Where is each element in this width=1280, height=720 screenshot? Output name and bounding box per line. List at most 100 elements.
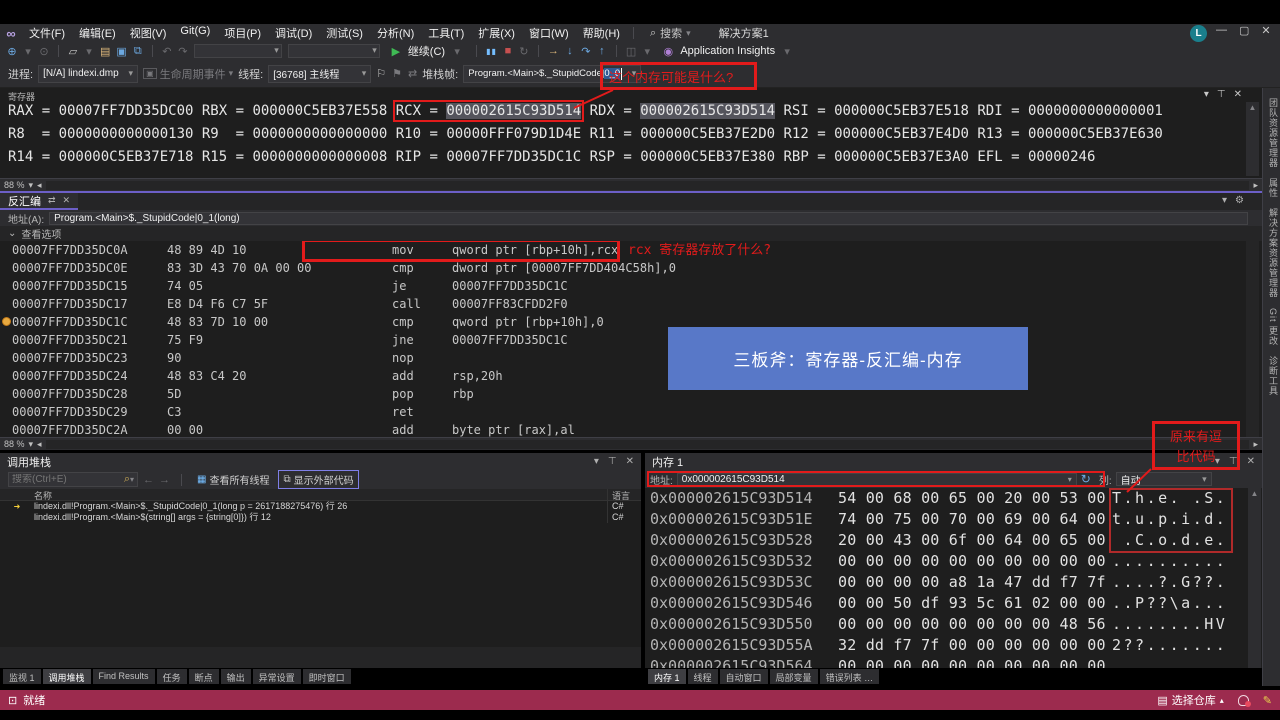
- flag-solid-icon[interactable]: ⚑: [392, 67, 402, 80]
- disassembly-line[interactable]: 00007FF7DD35DC2390nop: [0, 349, 1262, 367]
- step-over-icon[interactable]: ↷: [578, 44, 594, 59]
- columns-dropdown[interactable]: 自动 ▾: [1116, 472, 1212, 486]
- callstack-row[interactable]: lindexi.dll!Program.<Main>$(string[] arg…: [0, 512, 641, 523]
- address-input[interactable]: Program.<Main>$._StupidCode|0_1(long): [49, 212, 1248, 225]
- menu-item-视图(V)[interactable]: 视图(V): [123, 23, 174, 43]
- sidebar-tab-诊断工具[interactable]: 诊断工具: [1267, 356, 1280, 396]
- chevron-down-icon[interactable]: ▾: [1222, 195, 1227, 206]
- chevron-down-icon[interactable]: ▾: [29, 180, 34, 191]
- restart-icon[interactable]: ↻: [516, 44, 532, 59]
- show-external-code-button[interactable]: ⧉ 显示外部代码: [278, 470, 358, 489]
- nav-back-icon[interactable]: ⊕: [4, 44, 20, 59]
- thread-dropdown[interactable]: [36768] 主线程 ▾: [268, 65, 371, 83]
- menu-item-调试(D)[interactable]: 调试(D): [268, 23, 319, 43]
- menu-item-帮助(H)[interactable]: 帮助(H): [576, 23, 627, 43]
- sidebar-tab-团队资源管理器[interactable]: 团队资源管理器: [1267, 98, 1280, 168]
- feedback-pen-icon[interactable]: ✎: [1263, 694, 1272, 707]
- disassembly-scrollbar[interactable]: [1246, 241, 1259, 437]
- chevron-down-icon[interactable]: ▾: [29, 439, 34, 450]
- window-position-icon[interactable]: ▾: [1204, 89, 1209, 100]
- pin-icon[interactable]: ⊤: [608, 456, 617, 467]
- callstack-row[interactable]: ➜lindexi.dll!Program.<Main>$._StupidCode…: [0, 501, 641, 512]
- menu-item-工具(T)[interactable]: 工具(T): [421, 23, 471, 43]
- column-header-language[interactable]: 语言: [607, 489, 641, 500]
- close-button[interactable]: ✕: [1261, 24, 1270, 37]
- select-repo-button[interactable]: ▤ 选择仓库 ▴: [1157, 692, 1223, 708]
- solution-platform-combo[interactable]: ▾: [288, 44, 380, 58]
- tab-即时窗口[interactable]: 即时窗口: [303, 669, 351, 684]
- tab-任务[interactable]: 任务: [157, 669, 187, 684]
- sidebar-tab-属性[interactable]: 属性: [1267, 178, 1280, 198]
- solution-config-combo[interactable]: ▾: [194, 44, 282, 58]
- maximize-button[interactable]: ▢: [1239, 24, 1249, 37]
- disassembly-line[interactable]: 00007FF7DD35DC1574 05je00007FF7DD35DC1C: [0, 277, 1262, 295]
- forward-icon[interactable]: →: [159, 474, 170, 486]
- scroll-up-icon[interactable]: ▲: [1248, 488, 1261, 500]
- tab-disassembly[interactable]: 反汇编 ⇄ ✕: [0, 193, 78, 210]
- gear-icon[interactable]: ⚙: [1235, 195, 1244, 206]
- close-icon[interactable]: ✕: [626, 456, 634, 467]
- tab-监视 1[interactable]: 监视 1: [3, 669, 41, 684]
- menu-item-测试(S)[interactable]: 测试(S): [319, 23, 370, 43]
- zoom-level[interactable]: 88 %: [4, 439, 25, 449]
- menu-item-Git(G)[interactable]: Git(G): [173, 23, 217, 43]
- menu-item-分析(N)[interactable]: 分析(N): [370, 23, 421, 43]
- tab-Find Results[interactable]: Find Results: [93, 669, 155, 684]
- notification-bell-icon[interactable]: [1238, 695, 1249, 706]
- lifecycle-events-button[interactable]: ▣ 生命周期事件 ▾: [143, 66, 233, 82]
- tab-自动窗口[interactable]: 自动窗口: [720, 669, 768, 684]
- menu-item-编辑(E)[interactable]: 编辑(E): [72, 23, 123, 43]
- close-icon[interactable]: ✕: [1234, 89, 1242, 100]
- menu-item-项目(P)[interactable]: 项目(P): [217, 23, 268, 43]
- toggle-flagged-icon[interactable]: ⇄: [408, 67, 417, 80]
- sidebar-tab-Git 更改[interactable]: Git 更改: [1267, 308, 1280, 346]
- scroll-left-icon[interactable]: ◂: [37, 180, 42, 191]
- search-input[interactable]: [12, 474, 124, 485]
- tab-内存 1[interactable]: 内存 1: [648, 669, 686, 684]
- scroll-left-icon[interactable]: ◂: [37, 439, 42, 450]
- memory-scrollbar[interactable]: ▲: [1248, 488, 1261, 668]
- show-next-statement-icon[interactable]: →: [545, 44, 562, 58]
- menu-item-窗口(W)[interactable]: 窗口(W): [522, 23, 576, 43]
- zoom-level[interactable]: 88 %: [4, 180, 25, 190]
- disassembly-line[interactable]: 00007FF7DD35DC2175 F9jne00007FF7DD35DC1C: [0, 331, 1262, 349]
- dock-icon[interactable]: ⇄: [48, 195, 56, 206]
- nav-back-caret-icon[interactable]: ▾: [20, 44, 36, 59]
- tab-调用堆栈[interactable]: 调用堆栈: [43, 669, 91, 684]
- save-all-icon[interactable]: ⧉: [130, 44, 146, 59]
- callstack-search[interactable]: ⌕ ▾: [8, 472, 138, 487]
- disassembly-line[interactable]: 00007FF7DD35DC0E83 3D 43 70 0A 00 00cmpd…: [0, 259, 1262, 277]
- new-file-caret-icon[interactable]: ▾: [81, 44, 97, 59]
- horizontal-scrollbar[interactable]: [46, 181, 1250, 190]
- break-all-icon[interactable]: ▮▮: [483, 46, 500, 57]
- nav-forward-icon[interactable]: ⊙: [36, 44, 52, 59]
- pin-icon[interactable]: ⊤: [1217, 89, 1226, 100]
- disassembly-line[interactable]: 00007FF7DD35DC29C3ret: [0, 403, 1262, 421]
- disassembly-line[interactable]: 00007FF7DD35DC285Dpoprbp: [0, 385, 1262, 403]
- memory-address-input[interactable]: 0x000002615C93D514 ▾: [677, 473, 1077, 486]
- sidebar-tab-解决方案资源管理器[interactable]: 解决方案资源管理器: [1267, 208, 1280, 298]
- tab-异常设置[interactable]: 异常设置: [253, 669, 301, 684]
- registers-scrollbar[interactable]: ▲: [1246, 102, 1259, 176]
- immediate-window-icon[interactable]: ◫: [623, 44, 639, 59]
- redo-icon[interactable]: ↷: [175, 44, 191, 59]
- step-out-icon[interactable]: ↑: [594, 44, 610, 58]
- continue-button[interactable]: ▶继续(C)▾: [383, 43, 470, 59]
- menu-item-扩展(X)[interactable]: 扩展(X): [471, 23, 522, 43]
- disassembly-line[interactable]: 00007FF7DD35DC1C48 83 7D 10 00cmpqword p…: [0, 313, 1262, 331]
- view-all-threads-button[interactable]: ▦ 查看所有线程: [193, 471, 273, 488]
- refresh-icon[interactable]: ↻: [1081, 472, 1091, 486]
- process-dropdown[interactable]: [N/A] lindexi.dmp ▾: [38, 65, 138, 83]
- tab-断点[interactable]: 断点: [189, 669, 219, 684]
- back-icon[interactable]: ←: [143, 474, 154, 486]
- column-header-name[interactable]: 名称: [34, 489, 52, 500]
- menu-item-文件(F)[interactable]: 文件(F): [22, 23, 72, 43]
- view-options-row[interactable]: ⌄ 查看选项: [0, 226, 1262, 241]
- undo-icon[interactable]: ↶: [159, 44, 175, 59]
- tab-输出[interactable]: 输出: [221, 669, 251, 684]
- tab-线程[interactable]: 线程: [688, 669, 718, 684]
- flag-outline-icon[interactable]: ⚐: [376, 67, 386, 80]
- save-icon[interactable]: ▣: [113, 44, 129, 59]
- step-into-icon[interactable]: ↓: [562, 44, 578, 58]
- disassembly-line[interactable]: 00007FF7DD35DC2448 83 C4 20addrsp,20h: [0, 367, 1262, 385]
